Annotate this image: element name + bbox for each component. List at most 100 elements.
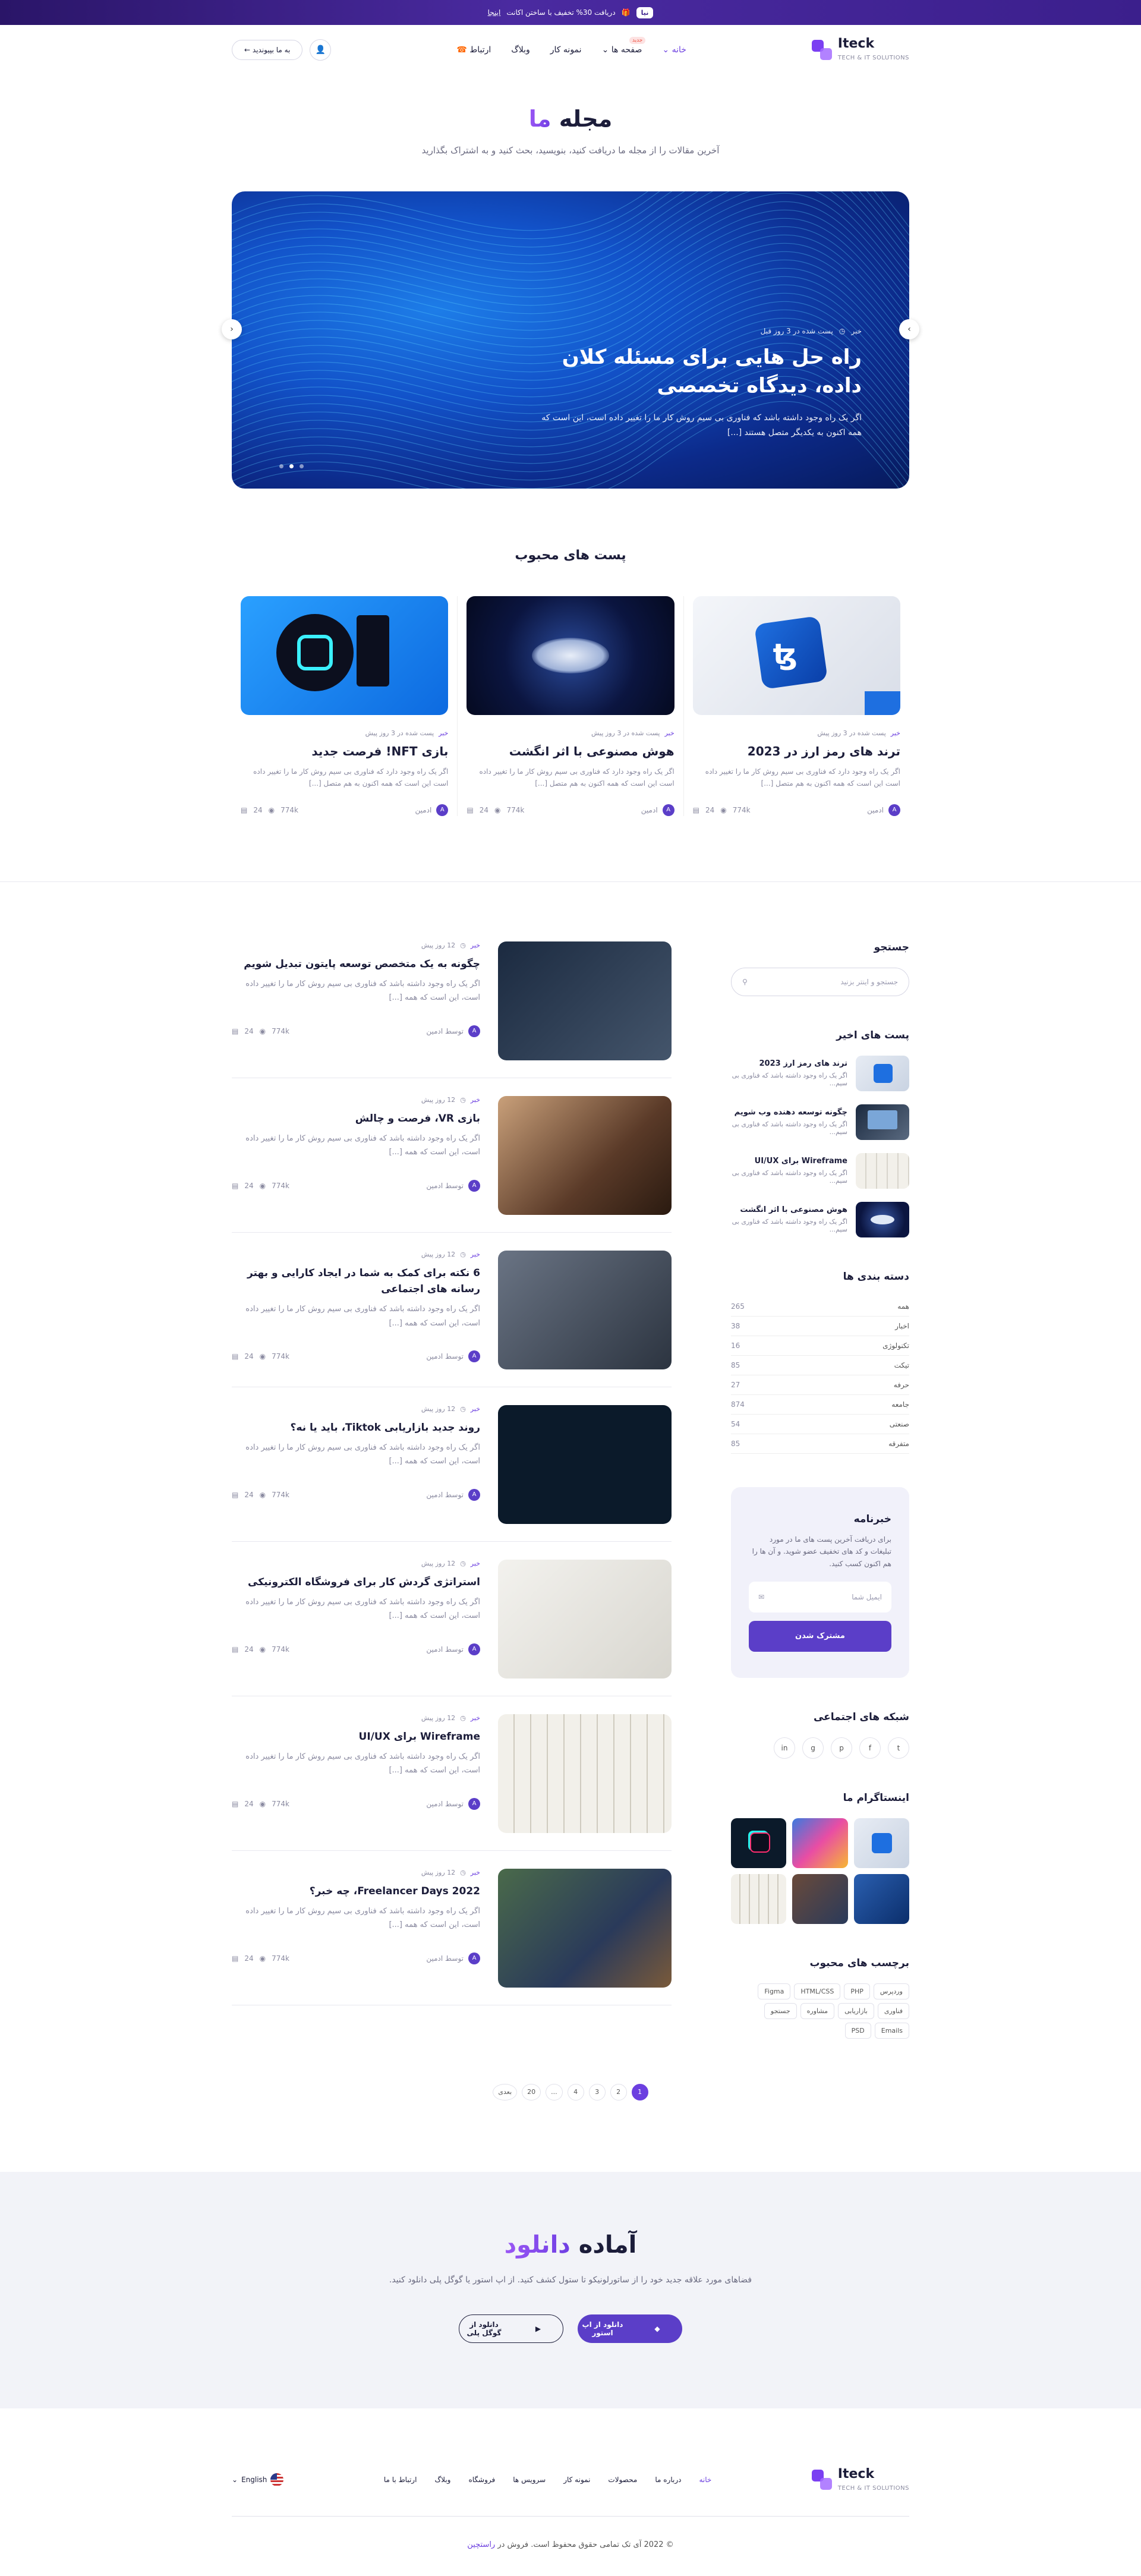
- twitter-icon[interactable]: t: [888, 1737, 909, 1759]
- tag[interactable]: جستجو: [764, 2002, 797, 2019]
- googleplay-button[interactable]: ▶ دانلود از گوگل پلی: [459, 2314, 563, 2343]
- next-page-button[interactable]: بعدی: [493, 2083, 518, 2101]
- footer-nav-item[interactable]: وبلاگ: [434, 2476, 450, 2484]
- promo-link[interactable]: اینجا: [488, 8, 501, 17]
- footer-nav-item[interactable]: ارتباط با ما: [384, 2476, 417, 2484]
- post-item[interactable]: خبر ◷ 12 روز پیش 6 نکته برای کمک به شما در…: [232, 1250, 672, 1387]
- nft-game-image[interactable]: [241, 596, 449, 715]
- footer-nav-item[interactable]: فروشگاه: [468, 2476, 495, 2484]
- category-item[interactable]: صنعتی 54: [731, 1415, 909, 1434]
- tag[interactable]: Emails: [874, 2022, 909, 2039]
- footer-nav-item[interactable]: خانه: [699, 2476, 711, 2484]
- insta-photo[interactable]: [792, 1818, 848, 1868]
- page-number[interactable]: 20: [522, 2083, 541, 2101]
- post-item[interactable]: خبر ◷ 12 روز پیش بازی VR، فرصت و چالش اگر …: [232, 1095, 672, 1233]
- facebook-icon[interactable]: f: [859, 1737, 881, 1759]
- category-item[interactable]: تکنولوژی 16: [731, 1336, 909, 1356]
- post-item[interactable]: خبر ◷ 12 روز پیش روند جدید بازاریابی Tikto…: [232, 1404, 672, 1542]
- post-title[interactable]: Wireframe برای UI/UX: [232, 1729, 480, 1745]
- insta-photo[interactable]: [853, 1873, 909, 1924]
- post-title[interactable]: استراتژی گردش کار برای فروشگاه الکترونیک…: [232, 1574, 480, 1591]
- post-category[interactable]: خبر: [471, 1251, 480, 1258]
- nav-portfolio[interactable]: نمونه کار: [550, 45, 582, 55]
- post-category[interactable]: خبر: [471, 1096, 480, 1104]
- page-number[interactable]: 2: [610, 2083, 627, 2101]
- category-item[interactable]: تیکت 85: [731, 1356, 909, 1375]
- card-title[interactable]: بازی NFT! فرصت جدید: [241, 744, 448, 758]
- footer-nav-item[interactable]: درباره ما: [655, 2476, 681, 2484]
- popular-card[interactable]: خبر پست شده در 3 روز پیش هوش مصنوعی با اث…: [457, 596, 683, 816]
- post-title[interactable]: چگونه به یک متخصص توسعه پایتون تبدیل شوی…: [232, 956, 480, 972]
- card-title[interactable]: هوش مصنوعی با اثر انگشت: [467, 744, 674, 758]
- insta-photo[interactable]: [792, 1873, 848, 1924]
- post-title[interactable]: 6 نکته برای کمک به شما در ایجاد کارایی و…: [232, 1265, 480, 1298]
- post-title[interactable]: بازی VR، فرصت و چالش: [232, 1111, 480, 1127]
- post-category[interactable]: خبر: [471, 1560, 480, 1567]
- insta-photo[interactable]: [853, 1818, 909, 1868]
- post-item[interactable]: خبر ◷ 12 روز پیش Wireframe برای UI/UX اگر …: [232, 1714, 672, 1851]
- social-apps-image[interactable]: [498, 1250, 672, 1369]
- slider-dot[interactable]: [300, 464, 304, 468]
- slide-title[interactable]: راه حل هایی برای مسئله کلان داده، دیدگاه…: [529, 344, 862, 400]
- post-category[interactable]: خبر: [471, 1405, 480, 1413]
- slide-category[interactable]: خبر: [851, 327, 862, 335]
- pinterest-icon[interactable]: p: [831, 1737, 852, 1759]
- footer-nav-item[interactable]: محصولات: [608, 2476, 637, 2484]
- appstore-button[interactable]: ◆ دانلود از اپ استور: [578, 2314, 682, 2343]
- recent-post[interactable]: هوش مصنوعی با اثر انگشت اگر یک راه وجود د…: [731, 1201, 909, 1237]
- nav-home[interactable]: خانه ⌄: [662, 45, 686, 55]
- tag[interactable]: فناوری: [877, 2002, 909, 2019]
- email-field[interactable]: ایمیل شما ✉: [749, 1581, 891, 1613]
- post-item[interactable]: خبر ◷ 12 روز پیش چگونه به یک متخصص توسعه پ…: [232, 941, 672, 1078]
- page-number[interactable]: ...: [546, 2083, 563, 2101]
- insta-photo[interactable]: [731, 1873, 787, 1924]
- footer-nav-item[interactable]: نمونه کار: [563, 2476, 590, 2484]
- linkedin-icon[interactable]: in: [774, 1737, 795, 1759]
- popular-card[interactable]: ꜩ خبر پست شده در 3 روز پیش ترند های رمز ا…: [683, 596, 909, 816]
- post-item[interactable]: خبر ◷ 12 روز پیش استراتژی گردش کار برای فر…: [232, 1559, 672, 1696]
- language-switcher[interactable]: ⌄ English: [232, 2473, 284, 2487]
- user-icon[interactable]: 👤: [310, 39, 332, 61]
- post-category[interactable]: خبر: [471, 1714, 480, 1722]
- category-item[interactable]: حرفه 27: [731, 1375, 909, 1395]
- post-title[interactable]: Freelancer Days 2022، چه خبر؟: [232, 1884, 480, 1900]
- slider-dot[interactable]: [289, 464, 294, 468]
- python-dev-image[interactable]: [498, 941, 672, 1060]
- tag[interactable]: وردپرس: [873, 1983, 909, 1999]
- footer-logo[interactable]: Iteck TECH & IT SOLUTIONS: [811, 2467, 909, 2492]
- category-item[interactable]: متفرقه 85: [731, 1434, 909, 1454]
- footer-nav-item[interactable]: سرویس ها: [513, 2476, 546, 2484]
- popular-card[interactable]: خبر پست شده در 3 روز پیش بازی NFT! فرصت ج…: [232, 596, 457, 816]
- vr-headset-image[interactable]: [498, 1095, 672, 1215]
- post-title[interactable]: روند جدید بازاریابی Tiktok، باید یا نه؟: [232, 1420, 480, 1436]
- nav-contact[interactable]: ارتباط ☎: [456, 45, 491, 55]
- recent-post[interactable]: چگونه توسعه دهنده وب شویم اگر یک راه وجود…: [731, 1104, 909, 1140]
- tag[interactable]: بازاریابی: [838, 2002, 874, 2019]
- freelancers-image[interactable]: [498, 1868, 672, 1988]
- post-category[interactable]: خبر: [471, 1869, 480, 1876]
- post-item[interactable]: خبر ◷ 12 روز پیش Freelancer Days 2022، چه …: [232, 1868, 672, 2005]
- slider-dot[interactable]: [279, 464, 283, 468]
- tag[interactable]: PHP: [844, 1983, 870, 1999]
- github-icon[interactable]: g: [802, 1737, 824, 1759]
- category-item[interactable]: اخبار 38: [731, 1317, 909, 1336]
- subscribe-button[interactable]: مشترک شدن: [749, 1620, 891, 1652]
- tiktok-image[interactable]: [498, 1404, 672, 1524]
- tag[interactable]: Figma: [758, 1983, 791, 1999]
- page-number[interactable]: 3: [588, 2083, 606, 2101]
- post-category[interactable]: خبر: [471, 941, 480, 949]
- category-item[interactable]: جامعه 874: [731, 1395, 909, 1415]
- market-link[interactable]: راستچین: [467, 2540, 495, 2549]
- search-input[interactable]: جستجو و اینتر بزنید ⚲: [731, 967, 909, 996]
- tag[interactable]: HTML/CSS: [794, 1983, 841, 1999]
- tag[interactable]: PSD: [844, 2022, 871, 2039]
- fingerprint-image[interactable]: [467, 596, 674, 715]
- page-number[interactable]: 1: [631, 2083, 648, 2101]
- nav-blog[interactable]: وبلاگ: [511, 45, 530, 55]
- card-title[interactable]: ترند های رمز ارز در 2023: [693, 744, 900, 758]
- tag[interactable]: مشاوره: [800, 2002, 835, 2019]
- nav-pages[interactable]: جدید صفحه ها ⌄: [602, 36, 646, 55]
- logo[interactable]: Iteck TECH & IT SOLUTIONS: [811, 37, 909, 62]
- insta-photo[interactable]: [731, 1818, 787, 1868]
- wireframe-image[interactable]: [498, 1714, 672, 1833]
